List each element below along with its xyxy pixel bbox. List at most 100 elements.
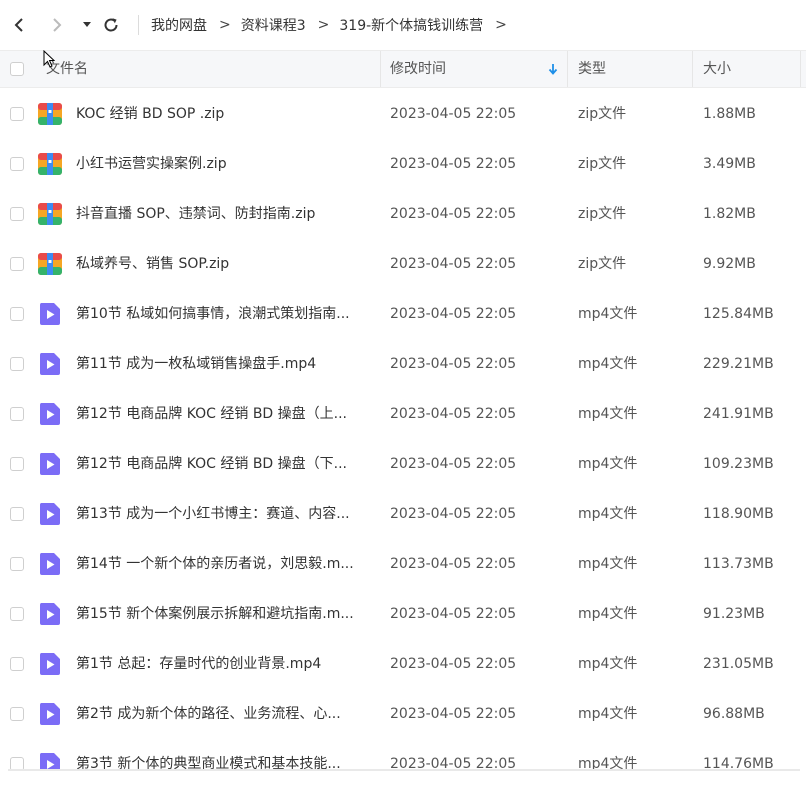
row-checkbox[interactable]	[10, 707, 24, 721]
row-checkbox[interactable]	[10, 557, 24, 571]
file-row[interactable]: 第13节 成为一个小红书博主：赛道、内容... 2023-04-05 22:05 m…	[0, 489, 806, 539]
chevron-right-icon	[53, 18, 62, 32]
file-name[interactable]: 第13节 成为一个小红书博主：赛道、内容...	[76, 489, 372, 539]
column-header-size[interactable]: 大小	[703, 51, 731, 87]
file-name[interactable]: 私域养号、销售 SOP.zip	[76, 239, 372, 289]
row-checkbox[interactable]	[10, 107, 24, 121]
file-size: 91.23MB	[703, 606, 765, 622]
video-file-icon	[38, 652, 62, 676]
file-size: 3.49MB	[703, 156, 756, 172]
breadcrumb: 我的网盘 > 资料课程3 > 319-新个体搞钱训练营 >	[138, 0, 517, 50]
breadcrumb-item-folder[interactable]: 资料课程3	[241, 15, 306, 35]
row-checkbox[interactable]	[10, 357, 24, 371]
sort-down-arrow-icon[interactable]	[548, 63, 558, 79]
toolbar: 我的网盘 > 资料课程3 > 319-新个体搞钱训练营 >	[0, 0, 806, 50]
file-size: 1.82MB	[703, 206, 756, 222]
file-name[interactable]: 抖音直播 SOP、违禁词、防封指南.zip	[76, 189, 372, 239]
file-row[interactable]: 小红书运营实操案例.zip 2023-04-05 22:05 zip文件 3.49MB	[0, 139, 806, 189]
chevron-left-icon	[14, 18, 23, 32]
file-name[interactable]: 第11节 成为一枚私域销售操盘手.mp4	[76, 339, 372, 389]
breadcrumb-item-root[interactable]: 我的网盘	[151, 15, 207, 35]
file-name[interactable]: 小红书运营实操案例.zip	[76, 139, 372, 189]
file-size: 96.88MB	[703, 706, 765, 722]
column-divider	[380, 51, 381, 87]
file-type: zip文件	[578, 206, 627, 222]
video-file-icon	[38, 352, 62, 376]
row-checkbox[interactable]	[10, 407, 24, 421]
file-row[interactable]: 第15节 新个体案例展示拆解和避坑指南.m... 2023-04-05 22:05…	[0, 589, 806, 639]
zip-file-icon	[38, 102, 62, 126]
row-checkbox[interactable]	[10, 507, 24, 521]
file-row[interactable]: 第12节 电商品牌 KOC 经销 BD 操盘（上... 2023-04-05 22…	[0, 389, 806, 439]
breadcrumb-item-current[interactable]: 319-新个体搞钱训练营	[339, 15, 483, 35]
mouse-cursor-icon	[43, 50, 55, 68]
column-header-type[interactable]: 类型	[578, 51, 606, 87]
file-row[interactable]: 第12节 电商品牌 KOC 经销 BD 操盘（下... 2023-04-05 22…	[0, 439, 806, 489]
video-file-icon	[38, 602, 62, 626]
row-checkbox[interactable]	[10, 207, 24, 221]
file-row[interactable]: 第11节 成为一枚私域销售操盘手.mp4 2023-04-05 22:05 mp4文…	[0, 339, 806, 389]
back-button[interactable]	[8, 13, 30, 37]
file-size: 113.73MB	[703, 556, 774, 572]
file-size: 109.23MB	[703, 456, 774, 472]
file-type: zip文件	[578, 256, 627, 272]
history-dropdown-button[interactable]	[76, 13, 98, 37]
scrollbar-track	[8, 769, 800, 771]
row-checkbox[interactable]	[10, 457, 24, 471]
file-name[interactable]: 第10节 私域如何搞事情，浪潮式策划指南...	[76, 289, 372, 339]
file-row[interactable]: KOC 经销 BD SOP .zip 2023-04-05 22:05 zip文件 1…	[0, 89, 806, 139]
video-file-icon	[38, 402, 62, 426]
file-modified-time: 2023-04-05 22:05	[390, 456, 517, 472]
file-modified-time: 2023-04-05 22:05	[390, 356, 517, 372]
refresh-icon	[104, 18, 118, 32]
horizontal-scrollbar[interactable]	[0, 769, 806, 788]
file-name[interactable]: 第14节 一个新个体的亲历者说，刘思毅.m...	[76, 539, 372, 589]
file-name[interactable]: 第12节 电商品牌 KOC 经销 BD 操盘（上...	[76, 389, 372, 439]
file-modified-time: 2023-04-05 22:05	[390, 656, 517, 672]
select-all-checkbox[interactable]	[10, 62, 24, 76]
file-modified-time: 2023-04-05 22:05	[390, 156, 517, 172]
file-name[interactable]: 第12节 电商品牌 KOC 经销 BD 操盘（下...	[76, 439, 372, 489]
file-type: zip文件	[578, 106, 627, 122]
file-row[interactable]: 第14节 一个新个体的亲历者说，刘思毅.m... 2023-04-05 22:05…	[0, 539, 806, 589]
file-modified-time: 2023-04-05 22:05	[390, 306, 517, 322]
column-header-modified[interactable]: 修改时间	[390, 51, 446, 87]
file-row[interactable]: 第2节 成为新个体的路径、业务流程、心... 2023-04-05 22:05 mp…	[0, 689, 806, 739]
video-file-icon	[38, 702, 62, 726]
file-modified-time: 2023-04-05 22:05	[390, 556, 517, 572]
file-type: mp4文件	[578, 506, 638, 522]
file-size: 9.92MB	[703, 256, 756, 272]
caret-down-icon	[83, 22, 91, 27]
file-type: zip文件	[578, 156, 627, 172]
column-divider	[567, 51, 568, 87]
file-row[interactable]: 抖音直播 SOP、违禁词、防封指南.zip 2023-04-05 22:05 zip…	[0, 189, 806, 239]
row-checkbox[interactable]	[10, 157, 24, 171]
column-divider	[800, 51, 801, 87]
file-type: mp4文件	[578, 706, 638, 722]
row-checkbox[interactable]	[10, 607, 24, 621]
file-name[interactable]: 第2节 成为新个体的路径、业务流程、心...	[76, 689, 372, 739]
file-type: mp4文件	[578, 406, 638, 422]
row-checkbox[interactable]	[10, 657, 24, 671]
file-row[interactable]: 第10节 私域如何搞事情，浪潮式策划指南... 2023-04-05 22:05 m…	[0, 289, 806, 339]
video-file-icon	[38, 302, 62, 326]
file-name[interactable]: 第15节 新个体案例展示拆解和避坑指南.m...	[76, 589, 372, 639]
file-name[interactable]: KOC 经销 BD SOP .zip	[76, 89, 372, 139]
file-name[interactable]: 第1节 总起：存量时代的创业背景.mp4	[76, 639, 372, 689]
file-list-header: 文件名 修改时间 类型 大小	[0, 50, 806, 88]
video-file-icon	[38, 452, 62, 476]
zip-file-icon	[38, 152, 62, 176]
file-modified-time: 2023-04-05 22:05	[390, 106, 517, 122]
forward-button[interactable]	[46, 13, 68, 37]
file-size: 241.91MB	[703, 406, 774, 422]
file-modified-time: 2023-04-05 22:05	[390, 256, 517, 272]
file-modified-time: 2023-04-05 22:05	[390, 606, 517, 622]
file-size: 229.21MB	[703, 356, 774, 372]
file-modified-time: 2023-04-05 22:05	[390, 706, 517, 722]
file-modified-time: 2023-04-05 22:05	[390, 406, 517, 422]
row-checkbox[interactable]	[10, 307, 24, 321]
row-checkbox[interactable]	[10, 257, 24, 271]
file-row[interactable]: 第1节 总起：存量时代的创业背景.mp4 2023-04-05 22:05 mp4文…	[0, 639, 806, 689]
refresh-button[interactable]	[100, 13, 122, 37]
file-row[interactable]: 私域养号、销售 SOP.zip 2023-04-05 22:05 zip文件 9.92…	[0, 239, 806, 289]
